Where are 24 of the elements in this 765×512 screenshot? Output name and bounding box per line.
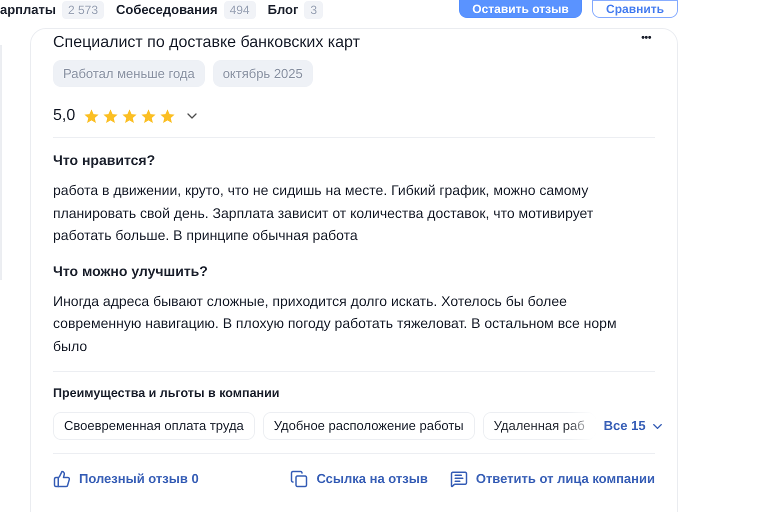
review-link-button[interactable]: Ссылка на отзыв (290, 469, 428, 488)
review-text: работа в движении, круто, что не сидишь на месте. Гибкий график, можно самому планировать свой день. Зарплата зависит от количества доставок, что мотивирует работать больше. В принципе обычная работа (53, 181, 594, 245)
section-heading: Что можно улучшить? (53, 262, 209, 280)
count-badge: 494 (224, 0, 256, 19)
compare-button[interactable]: Сравнить (592, 0, 678, 18)
helpful-button[interactable]: Полезный отзыв 0 (53, 469, 199, 488)
tag: Работал меньше года (53, 60, 205, 87)
review-text: Иногда адреса бывают сложные, приходится долго искать. Хотелось бы более современную навигацию. В плохую погоду работать тяжеловат. В остальном все норм было (53, 292, 618, 356)
review-title: Специалист по доставке банковских карт (53, 33, 360, 53)
nav-tab[interactable]: арплаты (0, 0, 56, 20)
nav-tab[interactable]: Собеседования (116, 0, 218, 20)
rating-value: 5,0 (53, 106, 76, 126)
benefits-title: Преимущества и льготы в компании (53, 385, 280, 402)
count-badge: 3 (304, 0, 324, 19)
tag: октябрь 2025 (212, 60, 313, 87)
benefit-tag: Своевременная оплата труда (53, 412, 255, 440)
nav-tab[interactable]: Блог (268, 0, 298, 20)
show-all-button[interactable]: Все 15 (604, 416, 673, 436)
leave-review-button[interactable]: Оставить отзыв (459, 0, 582, 18)
benefit-tag: Удобное расположение работы (262, 412, 475, 440)
reply-button[interactable]: Ответить от лица компании (450, 469, 655, 488)
count-badge: 2 573 (62, 0, 104, 19)
section-heading: Что нравится? (53, 151, 156, 170)
more-button[interactable]: ••• (641, 32, 651, 44)
